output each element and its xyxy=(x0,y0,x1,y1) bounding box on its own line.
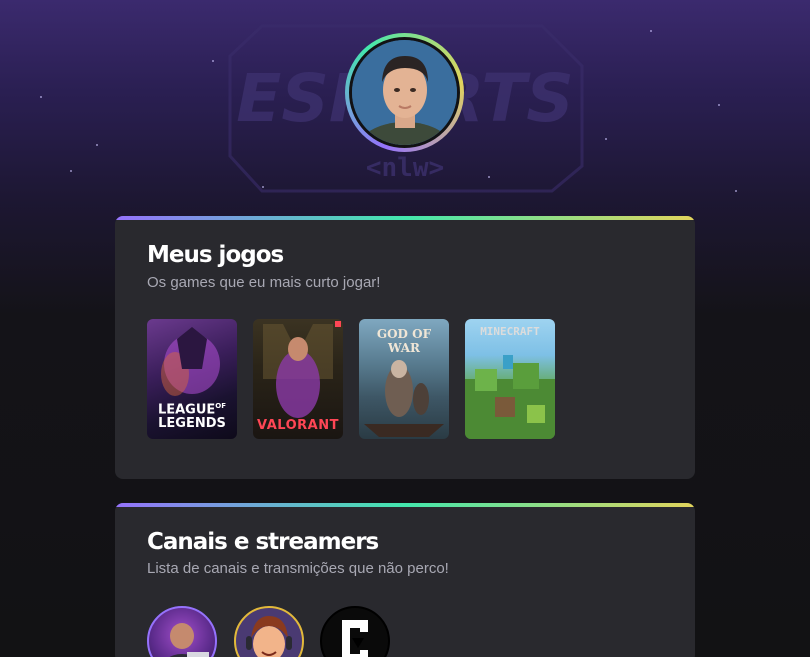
games-card: Meus jogos Os games que eu mais curto jo… xyxy=(115,216,695,479)
star xyxy=(212,60,214,62)
game-league-of-legends[interactable]: LEAGUEOF LEGENDS xyxy=(147,319,237,439)
game-label-god-of-war: GOD OF WAR xyxy=(376,327,432,355)
games-subtitle: Os games que eu mais curto jogar! xyxy=(147,274,381,291)
avatar xyxy=(349,37,460,148)
star xyxy=(735,190,737,192)
star xyxy=(96,144,98,146)
channel-3-logo-icon xyxy=(322,608,388,657)
game-minecraft[interactable]: MINECRAFT xyxy=(465,319,555,439)
star xyxy=(718,104,720,106)
game-label-minecraft: MINECRAFT xyxy=(480,325,540,338)
channels-title: Canais e streamers xyxy=(147,529,379,555)
star xyxy=(70,170,72,172)
lol-line1: LEAGUE xyxy=(157,402,216,417)
channel-2-art-icon xyxy=(246,616,292,657)
game-god-of-war[interactable]: GOD OF WAR xyxy=(359,319,449,439)
games-title: Meus jogos xyxy=(147,242,284,268)
profile-avatar xyxy=(345,33,464,152)
lol-of: OF xyxy=(215,401,227,410)
channel-avatar-3[interactable] xyxy=(320,606,390,657)
star xyxy=(488,176,490,178)
star xyxy=(40,96,42,98)
game-label-valorant: VALORANT xyxy=(257,418,339,433)
channels-subtitle: Lista de canais e transmições que não pe… xyxy=(147,560,449,577)
game-valorant[interactable]: VALORANT xyxy=(253,319,343,439)
channel-avatar-2[interactable] xyxy=(234,606,304,657)
lol-line2: LEGENDS xyxy=(158,416,226,431)
star xyxy=(650,30,652,32)
channel-avatar-1[interactable] xyxy=(147,606,217,657)
game-label-lol: LEAGUEOF LEGENDS xyxy=(147,399,237,431)
channel-1-art-icon xyxy=(169,623,209,657)
star xyxy=(262,186,264,188)
star xyxy=(605,138,607,140)
channels-card: Canais e streamers Lista de canais e tra… xyxy=(115,503,695,657)
logo-text-nlw: <nlw> xyxy=(366,153,444,183)
avatar-portrait xyxy=(352,40,457,145)
